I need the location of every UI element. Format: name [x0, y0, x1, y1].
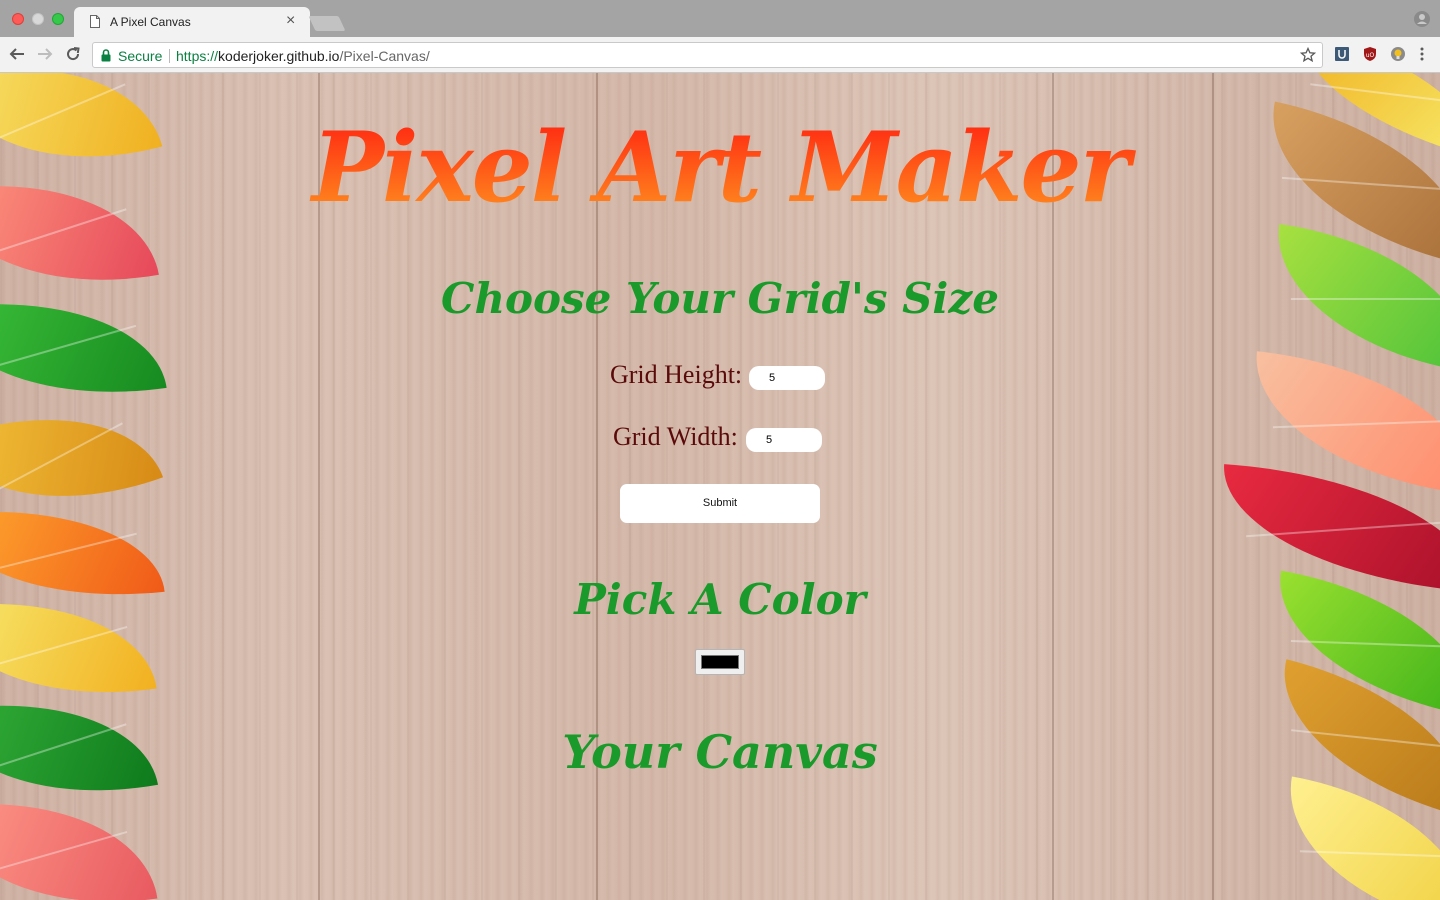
- url-text[interactable]: https://koderjoker.github.io/Pixel-Canva…: [176, 48, 430, 64]
- grid-width-input[interactable]: 5: [746, 428, 822, 452]
- lock-icon: [101, 49, 111, 62]
- forward-arrow-icon[interactable]: [36, 45, 54, 63]
- back-arrow-icon[interactable]: [8, 45, 26, 63]
- grid-height-input[interactable]: 5: [749, 366, 825, 390]
- menu-dots-icon[interactable]: [1414, 46, 1430, 62]
- extension-bulb-icon[interactable]: [1390, 46, 1406, 62]
- url-path: /Pixel-Canvas/: [339, 48, 430, 64]
- ublock-icon[interactable]: uO: [1362, 46, 1378, 62]
- tab-close-icon[interactable]: ×: [286, 12, 295, 30]
- url-scheme: https://: [176, 48, 219, 64]
- secure-label: Secure: [118, 48, 163, 64]
- browser-tab[interactable]: A Pixel Canvas ×: [74, 7, 310, 37]
- address-bar[interactable]: Secure https://koderjoker.github.io/Pixe…: [92, 42, 1323, 68]
- grid-width-row: Grid Width: 5: [0, 422, 1440, 452]
- reload-icon[interactable]: [64, 45, 82, 63]
- page-viewport: Pixel Art Maker Choose Your Grid's Size …: [0, 73, 1440, 900]
- grid-width-label: Grid Width:: [613, 422, 738, 451]
- submit-button[interactable]: Submit: [620, 484, 820, 523]
- grid-height-label: Grid Height:: [610, 360, 743, 389]
- zoom-window-button[interactable]: [52, 13, 64, 25]
- browser-toolbar: Secure https://koderjoker.github.io/Pixe…: [0, 37, 1440, 73]
- svg-text:uO: uO: [1366, 52, 1375, 59]
- extension-shield-icon[interactable]: [1334, 46, 1350, 62]
- color-swatch: [701, 655, 739, 669]
- bookmark-star-icon[interactable]: [1300, 47, 1316, 63]
- leaf-decoration: [0, 779, 158, 900]
- grid-size-heading: Choose Your Grid's Size: [441, 274, 999, 323]
- tab-title: A Pixel Canvas: [110, 15, 191, 29]
- canvas-heading: Your Canvas: [562, 725, 878, 779]
- omnibox-divider: [169, 49, 170, 63]
- page-title: Pixel Art Maker: [0, 111, 1440, 224]
- color-picker[interactable]: [695, 649, 745, 675]
- close-window-button[interactable]: [12, 13, 24, 25]
- url-host: koderjoker.github.io: [218, 48, 340, 64]
- new-tab-button[interactable]: [308, 16, 346, 31]
- leaf-decoration: [1216, 464, 1440, 592]
- minimize-window-button[interactable]: [32, 13, 44, 25]
- browser-tab-bar: A Pixel Canvas ×: [0, 0, 1440, 37]
- pick-color-heading: Pick A Color: [574, 575, 866, 624]
- grid-height-row: Grid Height: 5: [0, 360, 1440, 390]
- page-icon: [90, 15, 100, 28]
- profile-icon[interactable]: [1414, 11, 1430, 27]
